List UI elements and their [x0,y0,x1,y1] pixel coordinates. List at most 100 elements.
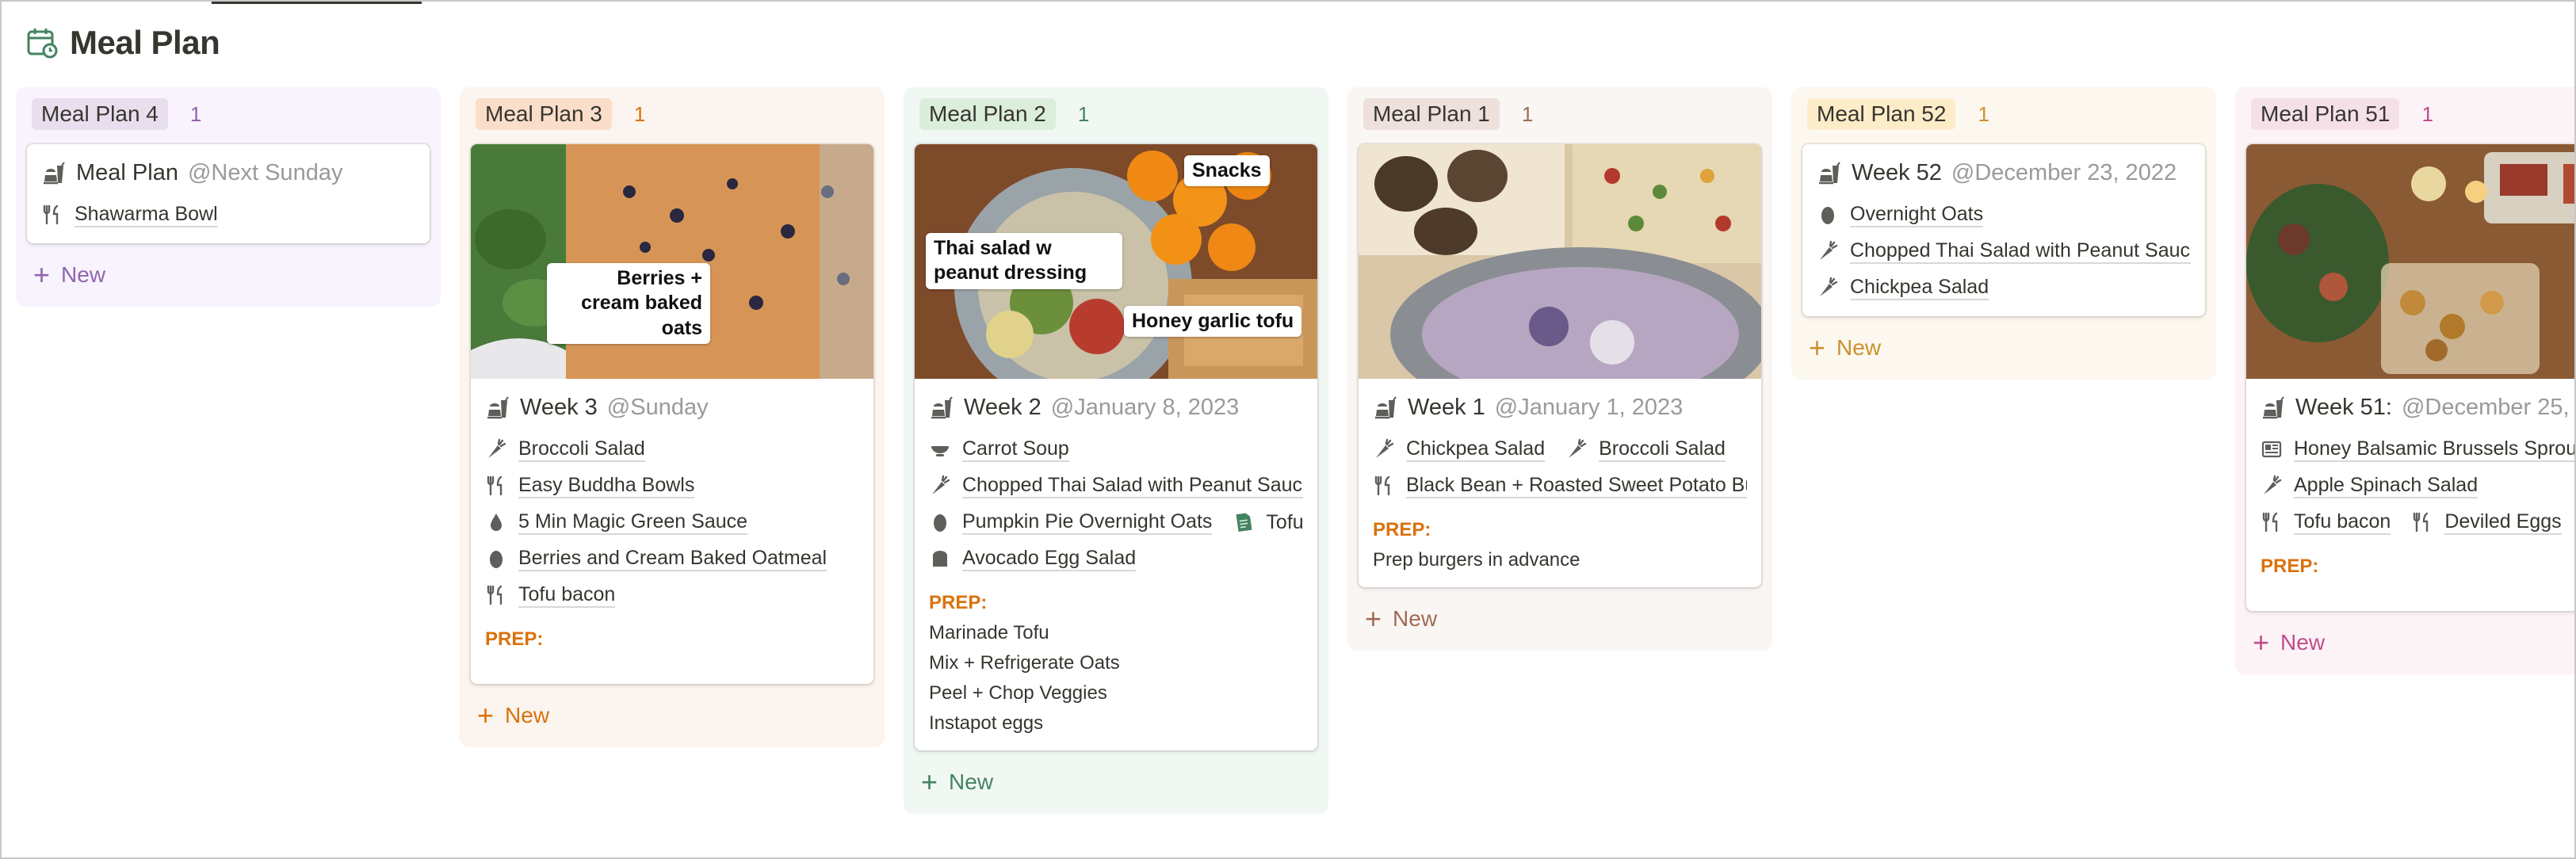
column-header[interactable]: Meal Plan 3 1 [471,98,873,130]
fork-knife-icon [485,584,507,606]
column-header[interactable]: Meal Plan 4 1 [27,98,430,130]
recipe-link[interactable]: Chopped Thai Salad with Peanut Sauce [1817,239,2191,264]
recipe-link-label: Broccoli Salad [518,437,645,462]
news-icon [2261,438,2283,460]
card-date-mention[interactable]: @Next Sunday [188,160,342,186]
carrot-icon [2261,475,2283,497]
plus-icon: + [477,699,495,731]
card-title[interactable]: Week 2 @January 8, 2023 [929,395,1303,421]
relation-row: Shawarma Bowl [41,202,415,227]
recipe-link[interactable]: Tofu bacon [2261,510,2391,535]
column-header[interactable]: Meal Plan 52 1 [1802,98,2205,130]
recipe-link[interactable]: Tofu bacon [485,582,616,608]
new-card-button[interactable]: + New [2246,611,2574,662]
recipe-link[interactable]: Carrot Soup [929,437,1069,462]
new-card-label: New [505,703,550,727]
column-header[interactable]: Meal Plan 1 1 [1359,98,1761,130]
recipe-link-label: Broccoli Salad [1599,437,1726,462]
recipe-link[interactable]: Deviled Eggs [2411,510,2562,535]
plus-icon: + [2253,626,2270,659]
egg-icon [485,548,507,570]
column-header[interactable]: Meal Plan 51 1 [2246,98,2574,130]
new-card-button[interactable]: + New [915,750,1317,801]
recipe-link[interactable]: Avocado Egg Salad [929,546,1137,571]
recipe-link[interactable]: Shawarma Bowl [41,202,218,227]
recipe-link[interactable]: 5 Min Magic Green Sauce [485,510,748,535]
card-title-text: Week 1 [1408,395,1485,420]
plus-icon: + [33,258,51,291]
card-date-mention[interactable]: @December 23, 2022 [1951,160,2177,186]
card-date-mention[interactable]: @January 8, 2023 [1051,395,1239,421]
board-column: Meal Plan 4 1 Meal Plan @Next Sunday Shawarm… [16,87,441,307]
column-title-pill[interactable]: Meal Plan 4 [32,98,168,130]
fork-knife-icon [41,204,63,226]
column-title-pill[interactable]: Meal Plan 51 [2251,98,2400,130]
recipe-link[interactable]: Chickpea Salad [1373,437,1546,462]
fork-knife-icon [2411,511,2433,533]
meal-icon [1817,161,1842,186]
new-card-button[interactable]: + New [1359,587,1761,638]
card-title[interactable]: Week 3 @Sunday [485,395,859,421]
card-title[interactable]: Week 52 @December 23, 2022 [1817,160,2191,186]
relation-row: Chopped Thai Salad with Peanut Sauce [1817,239,2191,264]
plus-icon: + [1809,331,1826,364]
recipe-link[interactable]: Easy Buddha Bowls [485,473,695,498]
column-header[interactable]: Meal Plan 2 1 [915,98,1317,130]
column-title-pill[interactable]: Meal Plan 1 [1363,98,1500,130]
relation-row: Berries and Cream Baked Oatmeal [485,546,859,571]
column-count: 1 [1521,101,1534,126]
card-title[interactable]: Week 1 @January 1, 2023 [1373,395,1747,421]
recipe-link[interactable]: Overnight Oats [1817,202,1984,227]
recipe-link[interactable]: Berries and Cream Baked Oatmeal [485,546,827,571]
column-title-pill[interactable]: Meal Plan 52 [1807,98,1956,130]
relation-row: Chopped Thai Salad with Peanut Sauce [929,473,1303,498]
card-date-mention[interactable]: @Sunday [607,395,709,421]
recipe-link-label: Tofu [1266,511,1303,533]
meal-plan-card[interactable]: Week 52 @December 23, 2022 Overnight Oats C… [1802,144,2205,316]
recipe-relation-list: Shawarma Bowl [41,202,415,227]
calendar-icon [25,26,59,59]
new-card-button[interactable]: + New [27,243,430,294]
card-date-mention[interactable]: @January 1, 2023 [1495,395,1683,421]
column-count: 1 [1978,101,1989,126]
recipe-link-label: Tofu bacon [2294,510,2391,535]
recipe-link-label: Overnight Oats [1850,202,1984,227]
recipe-link[interactable]: Black Bean + Roasted Sweet Potato Burger… [1373,473,1747,498]
meal-plan-card[interactable]: Snacks Thai salad w peanut dressing Honey … [915,144,1317,750]
cover-text-label: Berries + cream baked oats [547,263,710,344]
recipe-link[interactable]: Pumpkin Pie Overnight Oats [929,510,1213,535]
recipe-link[interactable]: Honey Balsamic Brussels Sprouts [2261,437,2574,462]
column-title-pill[interactable]: Meal Plan 3 [476,98,612,130]
column-title-pill[interactable]: Meal Plan 2 [919,98,1056,130]
relation-row: Carrot Soup [929,437,1303,462]
card-title[interactable]: Week 51: @December 25, 2022 [2261,395,2574,421]
plus-icon: + [921,765,938,798]
card-title[interactable]: Meal Plan @Next Sunday [41,160,415,186]
meal-plan-card[interactable]: Week 51: @December 25, 2022 Honey Balsamic… [2246,144,2574,611]
relation-row: Tofu bacon Deviled Eggs [2261,510,2574,535]
recipe-link-label: Deviled Eggs [2444,510,2562,535]
card-title-text: Week 2 [964,395,1041,420]
recipe-link-label: Chopped Thai Salad with Peanut Sauce [962,473,1303,498]
recipe-link[interactable]: Chickpea Salad [1817,275,1989,300]
top-scroll-indicator [212,2,422,4]
meal-plan-card[interactable]: Berries + cream baked oats Week 3 @Sunday B… [471,144,873,684]
new-card-button[interactable]: + New [471,684,873,735]
prep-item: Prep burgers in advance [1373,549,1580,571]
green-file-icon [1233,511,1255,533]
cover-text-label: Snacks [1184,155,1270,187]
new-card-button[interactable]: + New [1802,316,2205,367]
new-card-label: New [2280,630,2326,655]
egg-icon [929,511,951,533]
recipe-link[interactable]: Tofu [1233,510,1303,534]
meal-plan-card[interactable]: Week 1 @January 1, 2023 Chickpea Salad Broc… [1359,144,1761,587]
column-count: 1 [1077,101,1090,126]
recipe-link[interactable]: Broccoli Salad [1565,437,1726,462]
recipe-link[interactable]: Apple Spinach Salad [2261,473,2479,498]
recipe-link[interactable]: Broccoli Salad [485,437,645,462]
drop-icon [485,511,507,533]
card-date-mention[interactable]: @December 25, 2022 [2402,395,2574,421]
recipe-link-label: Tofu bacon [518,582,616,608]
recipe-link[interactable]: Chopped Thai Salad with Peanut Sauce [929,473,1303,498]
meal-plan-card[interactable]: Meal Plan @Next Sunday Shawarma Bowl [27,144,430,243]
